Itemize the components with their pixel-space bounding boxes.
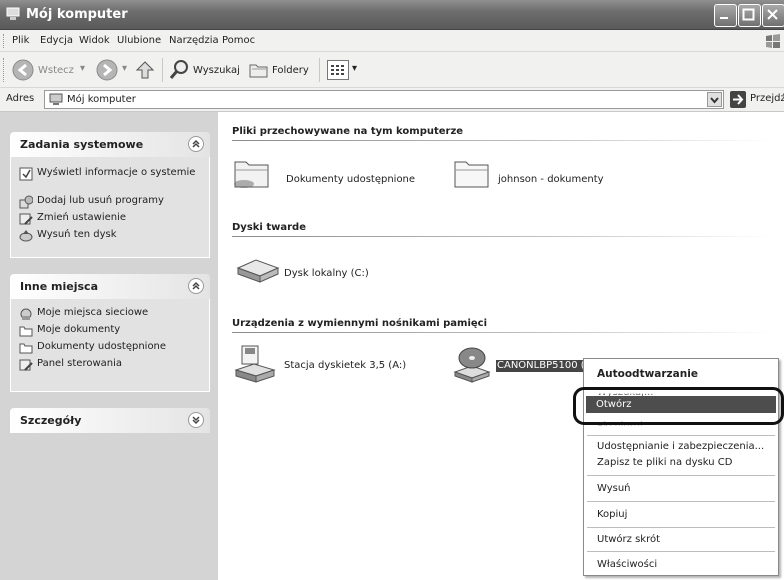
minimize-button[interactable] <box>714 4 737 27</box>
details-title: Szczegóły <box>20 414 82 427</box>
menu-edit[interactable]: Edycja <box>40 35 73 46</box>
folder-icon <box>234 161 269 188</box>
other-places-body: Moje miejsca sieciowe Moje dokumenty Dok… <box>10 299 210 392</box>
menu-item-autoplay[interactable]: Autoodtwarzanie <box>597 368 698 380</box>
menu-view[interactable]: Widok <box>79 35 110 46</box>
menu-item-burn-cd[interactable]: Zapisz te pliki na dysku CD <box>597 457 732 468</box>
computer-icon <box>49 93 63 105</box>
views-dropdown-icon[interactable]: ▾ <box>352 63 357 74</box>
up-folder-icon[interactable] <box>134 58 156 82</box>
forward-dropdown-icon[interactable]: ▾ <box>122 63 127 74</box>
address-dropdown-button[interactable] <box>707 92 722 107</box>
folder-icon <box>454 161 489 188</box>
back-arrow-icon[interactable] <box>12 59 34 81</box>
toolbar-grip <box>3 58 6 82</box>
windows-logo-icon <box>766 34 780 48</box>
address-field[interactable]: Mój komputer <box>44 90 724 109</box>
info-icon <box>19 167 33 181</box>
menu-item-sharing[interactable]: Udostępnianie i zabezpieczenia... <box>597 441 764 452</box>
collapse-chevron-icon[interactable] <box>188 278 204 294</box>
menu-item-eject[interactable]: Wysuń <box>597 483 631 494</box>
menu-grip <box>3 34 7 48</box>
menu-item-copy[interactable]: Kopiuj <box>597 509 627 520</box>
menu-item-properties[interactable]: Właściwości <box>597 559 657 570</box>
control-panel-icon <box>19 359 33 371</box>
window-title: Mój komputer <box>26 7 128 22</box>
views-icon[interactable] <box>327 60 349 80</box>
system-tasks-header[interactable]: Zadania systemowe <box>10 132 210 157</box>
network-places-icon <box>20 308 32 320</box>
cd-drive-icon <box>453 347 491 383</box>
menu-favorites[interactable]: Ulubione <box>117 35 161 46</box>
task-pane: Zadania systemowe Wyświetl informacje o … <box>0 112 218 580</box>
menu-tools[interactable]: Narzędzia <box>169 35 219 46</box>
menu-help[interactable]: Pomoc <box>222 35 255 46</box>
floppy-drive-icon <box>234 345 276 383</box>
folder-icon <box>19 343 33 354</box>
search-icon[interactable] <box>168 58 190 82</box>
address-bar: Adres Mój komputer Przejdź <box>0 88 784 112</box>
back-dropdown-icon[interactable]: ▾ <box>80 63 85 74</box>
details-header[interactable]: Szczegóły <box>10 408 210 433</box>
other-places-header[interactable]: Inne miejsca <box>10 274 210 299</box>
details-panel: Szczegóły <box>10 408 210 433</box>
go-arrow-icon[interactable] <box>730 91 746 108</box>
hard-disk-icon <box>236 259 280 283</box>
go-button-label[interactable]: Przejdź <box>750 93 784 104</box>
programs-icon <box>19 195 33 209</box>
forward-arrow-icon[interactable] <box>96 59 118 81</box>
cd-drive-label: CANONLBP5100 (D <box>496 360 586 372</box>
system-tasks-title: Zadania systemowe <box>20 138 144 151</box>
group-header-removable: Urządzenia z wymiennymi nośnikami pamięc… <box>232 318 488 329</box>
eject-disk-icon <box>19 230 33 242</box>
menu-item-create-shortcut[interactable]: Utwórz skrót <box>597 534 660 545</box>
highlight-callout <box>573 387 784 425</box>
group-header-files: Pliki przechowywane na tym komputerze <box>232 126 464 137</box>
close-button[interactable] <box>762 4 784 27</box>
other-places-title: Inne miejsca <box>20 280 98 293</box>
other-places-panel: Inne miejsca Moje miejsca sieciowe Moje … <box>10 274 210 392</box>
menu-file[interactable]: Plik <box>12 35 29 46</box>
expand-chevron-icon[interactable] <box>188 412 204 428</box>
title-bar: Mój komputer <box>0 0 784 30</box>
system-tasks-body: Wyświetl informacje o systemie Dodaj lub… <box>10 157 210 258</box>
maximize-button[interactable] <box>738 4 761 27</box>
computer-icon <box>6 7 20 20</box>
system-tasks-panel: Zadania systemowe Wyświetl informacje o … <box>10 132 210 258</box>
address-value: Mój komputer <box>67 94 136 105</box>
folders-icon[interactable] <box>248 59 270 81</box>
menu-bar: Plik Edycja Widok Ulubione Narzędzia Pom… <box>0 30 784 52</box>
address-label: Adres <box>6 93 35 104</box>
group-header-hard-disks: Dyski twarde <box>232 222 306 233</box>
search-button-label[interactable]: Wyszukaj <box>193 65 240 76</box>
back-button-label[interactable]: Wstecz <box>38 65 74 76</box>
collapse-chevron-icon[interactable] <box>188 136 204 152</box>
toolbar: Wstecz ▾ ▾ Wyszukaj Foldery ▾ <box>0 52 784 88</box>
folders-button-label[interactable]: Foldery <box>272 65 309 76</box>
control-panel-icon <box>19 213 33 225</box>
folder-icon <box>19 326 33 337</box>
